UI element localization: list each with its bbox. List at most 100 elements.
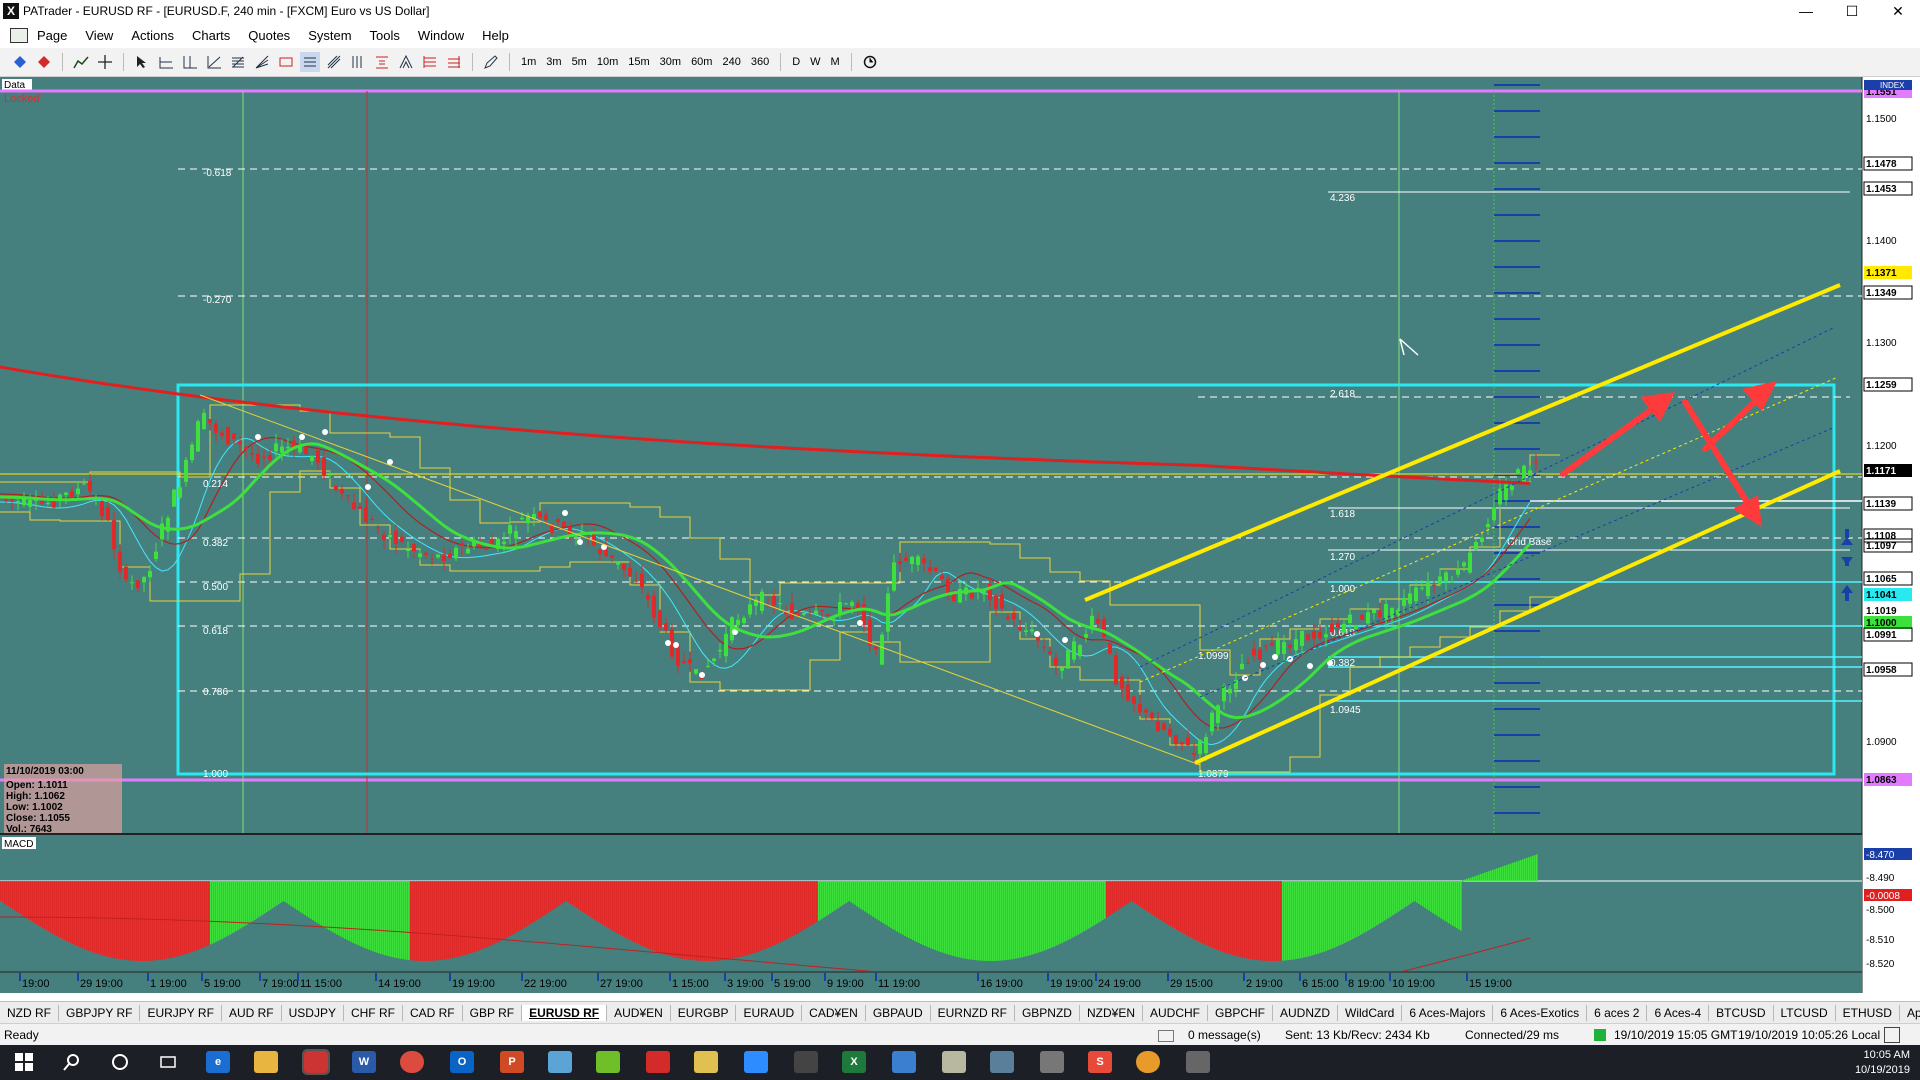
app-icon-6[interactable] [942,1051,966,1073]
timeframe-1m[interactable]: 1m [516,56,541,68]
channel-icon[interactable] [300,52,320,72]
task-view-icon[interactable] [156,1051,180,1073]
rectangle-icon[interactable] [276,52,296,72]
minimize-button[interactable]: — [1783,0,1829,22]
timeframe-monthly[interactable]: M [826,56,845,68]
tab-nzd-rf[interactable]: NZD RF [0,1005,59,1021]
tab-chf-rf[interactable]: CHF RF [344,1005,403,1021]
vertical-line-icon[interactable] [180,52,200,72]
app-icon-9[interactable]: S [1088,1051,1112,1073]
tab-euraud[interactable]: EURAUD [736,1005,803,1021]
app-icon-3[interactable] [646,1051,670,1073]
app-icon-11[interactable] [1186,1051,1210,1073]
tab-6-aces-exotics[interactable]: 6 Aces-Exotics [1493,1005,1588,1021]
menu-quotes[interactable]: Quotes [239,28,299,43]
cortana-icon[interactable] [108,1051,132,1073]
menu-tools[interactable]: Tools [361,28,409,43]
trend-line-icon[interactable] [204,52,224,72]
menu-charts[interactable]: Charts [183,28,239,43]
fib-fan-icon[interactable] [252,52,272,72]
patrader-icon[interactable] [302,1049,330,1075]
menu-system[interactable]: System [299,28,360,43]
resize-grip-icon[interactable] [1884,1027,1900,1043]
search-icon[interactable] [60,1051,84,1073]
tab-eurusd-rf[interactable]: EURUSD RF [522,1005,608,1021]
app-icon-5[interactable] [892,1051,916,1073]
fibonacci-icon[interactable] [228,52,248,72]
word-icon[interactable]: W [352,1051,376,1073]
zoom-icon[interactable] [744,1051,768,1073]
maximize-button[interactable]: ☐ [1829,0,1875,22]
tab-usdjpy[interactable]: USDJPY [282,1005,344,1021]
timeframe-60m[interactable]: 60m [686,56,717,68]
timeframe-15m[interactable]: 15m [623,56,654,68]
horizontal-line-icon[interactable] [156,52,176,72]
timeframe-3m[interactable]: 3m [541,56,566,68]
clock-icon[interactable] [860,52,880,72]
tab-gbpchf[interactable]: GBPCHF [1208,1005,1274,1021]
app-icon-4[interactable] [694,1051,718,1073]
timeframe-240[interactable]: 240 [717,56,745,68]
tab-cadyen[interactable]: CAD¥EN [802,1005,866,1021]
tab-aud-rf[interactable]: AUD RF [222,1005,282,1021]
pencil-icon[interactable] [481,52,501,72]
fib-extension-icon[interactable] [444,52,464,72]
timeframe-30m[interactable]: 30m [655,56,686,68]
tab-eurnzd-rf[interactable]: EURNZD RF [931,1005,1015,1021]
tab-6-aces-majors[interactable]: 6 Aces-Majors [1402,1005,1494,1021]
close-button[interactable]: ✕ [1875,0,1920,22]
tab-eurjpy-rf[interactable]: EURJPY RF [140,1005,222,1021]
edge-icon[interactable]: e [206,1051,230,1073]
price-chart[interactable]: Data Locked -0.618 -0.270 0.214 0.382 0.… [0,77,1920,997]
menu-actions[interactable]: Actions [122,28,183,43]
windows-start-icon[interactable] [12,1051,36,1073]
crosshair-icon[interactable] [95,52,115,72]
chart-area[interactable]: Data Locked -0.618 -0.270 0.214 0.382 0.… [0,77,1920,997]
timeframe-5m[interactable]: 5m [567,56,592,68]
tab-audnzd[interactable]: AUDNZD [1273,1005,1339,1021]
outlook-icon[interactable]: O [450,1051,474,1073]
app-icon-10[interactable] [1136,1051,1160,1073]
chart-icon[interactable] [71,52,91,72]
tab-wildcard[interactable]: WildCard [1338,1005,1403,1021]
cycle-lines-icon[interactable] [348,52,368,72]
chrome-icon[interactable] [400,1051,424,1073]
page-icon[interactable] [10,27,28,43]
tab-btcusd[interactable]: BTCUSD [1709,1005,1774,1021]
tab-eurgbp[interactable]: EURGBP [671,1005,737,1021]
tab-apple[interactable]: Apple [1900,1005,1920,1021]
gann-icon[interactable] [324,52,344,72]
andrews-pitchfork-icon[interactable] [396,52,416,72]
tab-gbpjpy-rf[interactable]: GBPJPY RF [59,1005,141,1021]
tab-nzdyen[interactable]: NZD¥EN [1080,1005,1143,1021]
calculator-icon[interactable] [794,1051,818,1073]
menu-help[interactable]: Help [473,28,518,43]
mail-icon[interactable] [1158,1030,1174,1042]
tab-gbpnzd[interactable]: GBPNZD [1015,1005,1080,1021]
system-clock[interactable]: 10:05 AM 10/19/2019 [1855,1048,1910,1078]
excel-icon[interactable]: X [842,1051,866,1073]
tab-cad-rf[interactable]: CAD RF [403,1005,463,1021]
file-explorer-icon[interactable] [254,1051,278,1073]
powerpoint-icon[interactable]: P [500,1051,524,1073]
menu-page[interactable]: Page [28,28,76,43]
tab-ethusd[interactable]: ETHUSD [1836,1005,1900,1021]
menu-view[interactable]: View [76,28,122,43]
pointer-icon[interactable] [132,52,152,72]
sell-icon[interactable] [34,52,54,72]
tab-ltcusd[interactable]: LTCUSD [1774,1005,1836,1021]
timeframe-360[interactable]: 360 [746,56,774,68]
app-icon-7[interactable] [990,1051,1014,1073]
tab-gbpaud[interactable]: GBPAUD [866,1005,931,1021]
app-icon-1[interactable] [548,1051,572,1073]
tab-6-aces-2[interactable]: 6 aces 2 [1587,1005,1648,1021]
timeframe-10m[interactable]: 10m [592,56,623,68]
fib-time-icon[interactable] [420,52,440,72]
speed-lines-icon[interactable] [372,52,392,72]
menu-window[interactable]: Window [409,28,473,43]
tab-audyen[interactable]: AUD¥EN [607,1005,671,1021]
status-messages[interactable]: 0 message(s) [1188,1028,1261,1042]
tab-gbp-rf[interactable]: GBP RF [463,1005,523,1021]
tab-audchf[interactable]: AUDCHF [1143,1005,1208,1021]
app-icon-2[interactable] [596,1051,620,1073]
